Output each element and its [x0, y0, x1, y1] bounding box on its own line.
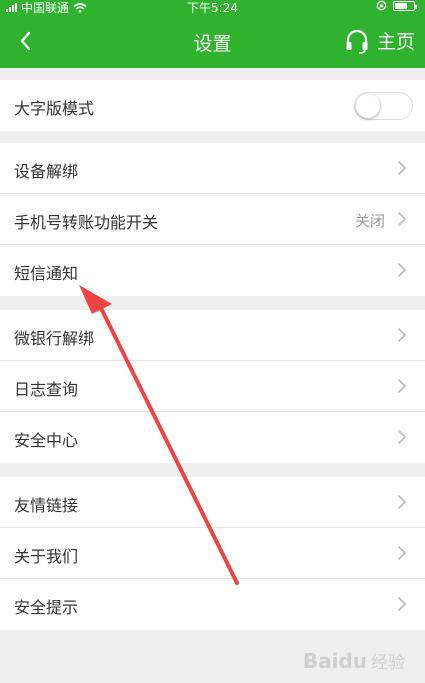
chevron-right-icon [397, 596, 407, 612]
row-label: 短信通知 [14, 264, 79, 283]
settings-row-log-query[interactable]: 日志查询 [0, 361, 425, 412]
toggle-knob [356, 94, 380, 118]
settings-row-phone-transfer[interactable]: 手机号转账功能开关 关闭 [0, 194, 425, 245]
settings-row-device-unbind[interactable]: 设备解绑 [0, 143, 425, 194]
baidu-watermark: Baidu 经验 [302, 648, 405, 674]
watermark-sub: 经验 [371, 653, 405, 673]
chevron-right-icon [397, 494, 407, 510]
status-bar: 中国联通 下午5:24 [0, 0, 425, 15]
settings-group-account: 设备解绑 手机号转账功能开关 关闭 短信通知 [0, 143, 425, 296]
row-label: 微银行解绑 [14, 329, 95, 348]
chevron-right-icon [397, 211, 407, 227]
settings-group-about: 友情链接 关于我们 安全提示 [0, 477, 425, 630]
chevron-right-icon [397, 429, 407, 445]
chevron-right-icon [397, 378, 407, 394]
row-label: 安全提示 [14, 598, 79, 617]
nav-bar: 设置 主页 [0, 14, 425, 68]
watermark-brand: Baidu [302, 648, 367, 673]
orientation-lock-icon [376, 0, 387, 11]
settings-row-security-center[interactable]: 安全中心 [0, 412, 425, 463]
home-button[interactable]: 主页 [345, 27, 415, 54]
large-font-mode-toggle[interactable] [354, 92, 413, 120]
chevron-right-icon [397, 160, 407, 176]
row-label: 安全中心 [14, 431, 79, 450]
row-label: 日志查询 [14, 380, 79, 399]
settings-row-wechat-bank-unbind[interactable]: 微银行解绑 [0, 310, 425, 361]
chevron-right-icon [397, 262, 407, 278]
row-label: 设备解绑 [14, 162, 79, 181]
row-label: 友情链接 [14, 496, 79, 515]
settings-group-display: 大字版模式 [0, 80, 425, 131]
phone-transfer-status: 关闭 [354, 212, 385, 230]
row-label: 关于我们 [14, 547, 79, 566]
chevron-right-icon [397, 327, 407, 343]
headset-icon [346, 29, 368, 54]
settings-row-sms-notification[interactable]: 短信通知 [0, 245, 425, 296]
chevron-right-icon [397, 545, 407, 561]
settings-row-friendly-links[interactable]: 友情链接 [0, 477, 425, 528]
large-font-mode-row: 大字版模式 [0, 80, 425, 131]
row-label: 手机号转账功能开关 [14, 213, 159, 232]
settings-row-security-tips[interactable]: 安全提示 [0, 579, 425, 630]
battery-icon [393, 0, 417, 11]
settings-group-security: 微银行解绑 日志查询 安全中心 [0, 310, 425, 463]
home-label: 主页 [376, 31, 415, 53]
large-font-mode-label: 大字版模式 [14, 99, 95, 118]
settings-row-about-us[interactable]: 关于我们 [0, 528, 425, 579]
